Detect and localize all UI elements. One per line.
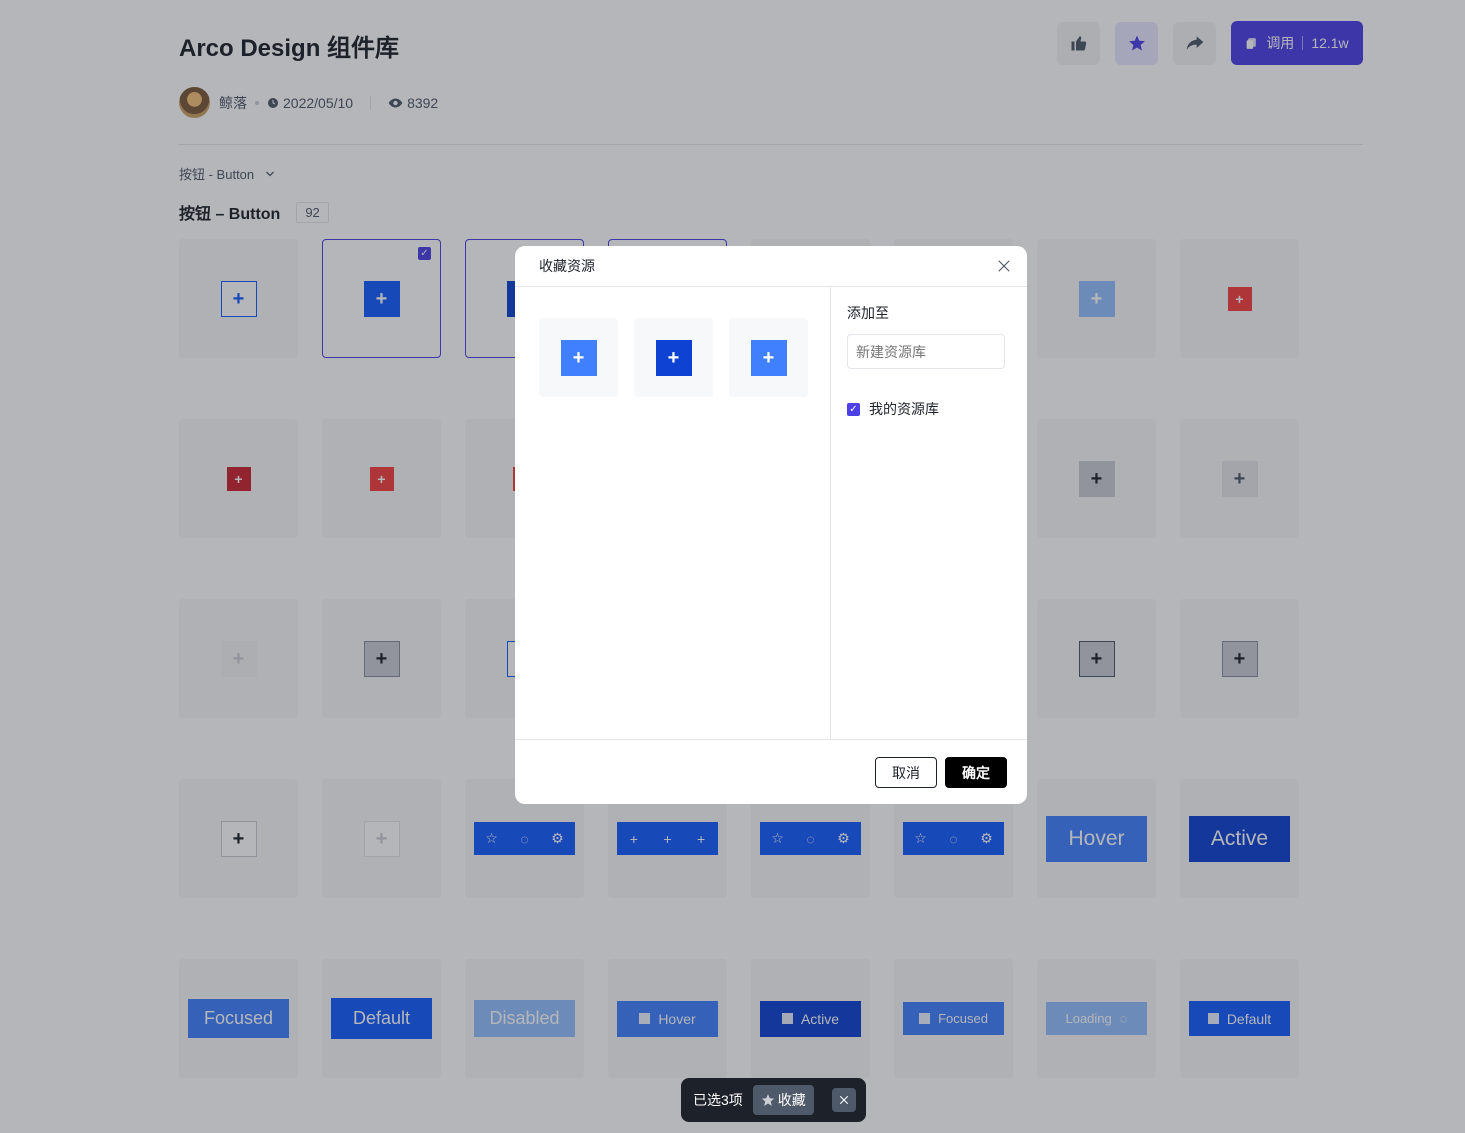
library-checkbox[interactable]: ✓ <box>847 402 860 416</box>
selected-count-text: 已选3项 <box>693 1092 743 1108</box>
selection-toolbar: 已选3项 收藏 <box>681 1078 866 1122</box>
star-icon <box>761 1094 774 1106</box>
clear-selection-button[interactable] <box>832 1088 856 1112</box>
modal-header: 收藏资源 <box>515 246 1027 287</box>
favorite-label: 收藏 <box>777 1092 806 1108</box>
resource-thumb: + <box>634 318 713 397</box>
library-panel: 添加至 ✓ 我的资源库 <box>847 287 1027 739</box>
cancel-button[interactable]: 取消 <box>875 757 937 788</box>
confirm-button[interactable]: 确定 <box>945 757 1007 788</box>
close-icon[interactable] <box>997 259 1011 273</box>
plus-button-preview: + <box>750 339 787 376</box>
collect-resource-modal: 收藏资源 + + + 添加至 ✓ 我的资源库 取消 确定 <box>515 246 1027 804</box>
plus-button-preview: + <box>560 339 597 376</box>
favorite-action-button[interactable]: 收藏 <box>752 1085 814 1115</box>
resource-thumb: + <box>539 318 618 397</box>
resource-thumb: + <box>729 318 808 397</box>
library-option[interactable]: ✓ 我的资源库 <box>847 399 939 419</box>
new-library-input[interactable] <box>847 334 1005 369</box>
library-name: 我的资源库 <box>869 401 939 417</box>
modal-title: 收藏资源 <box>539 258 595 274</box>
selected-resources-panel: + + + <box>515 287 831 739</box>
modal-footer: 取消 确定 <box>515 739 1027 804</box>
close-icon <box>839 1095 849 1105</box>
plus-button-preview: + <box>655 339 692 376</box>
add-to-label: 添加至 <box>847 305 889 321</box>
